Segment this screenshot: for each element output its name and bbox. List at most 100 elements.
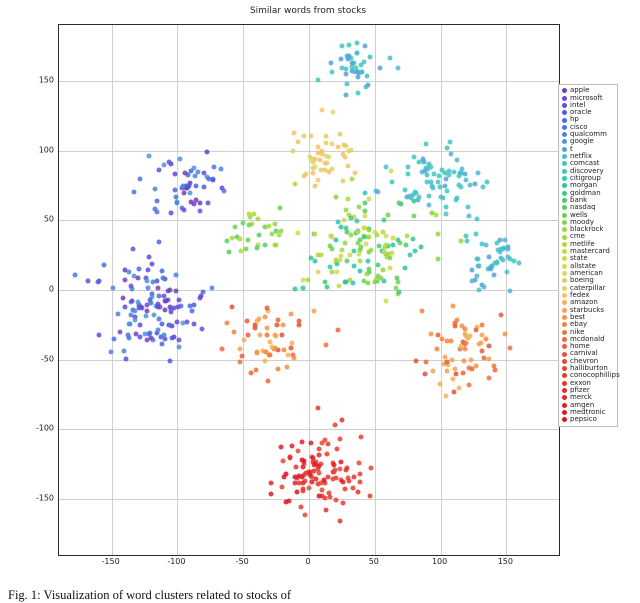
scatter-point — [366, 234, 371, 239]
legend-swatch-icon — [562, 205, 567, 210]
scatter-point — [405, 171, 410, 176]
scatter-point — [480, 242, 485, 247]
scatter-point — [269, 492, 274, 497]
scatter-point — [265, 306, 270, 311]
scatter-point — [130, 308, 135, 313]
scatter-point — [426, 202, 431, 207]
scatter-point — [197, 201, 202, 206]
scatter-point — [168, 287, 173, 292]
scatter-point — [414, 358, 419, 363]
scatter-point — [248, 371, 253, 376]
scatter-point — [159, 269, 164, 274]
scatter-point — [349, 216, 354, 221]
scatter-point — [149, 300, 154, 305]
scatter-point — [137, 177, 142, 182]
scatter-point — [132, 318, 137, 323]
scatter-point — [470, 267, 475, 272]
scatter-point — [355, 241, 360, 246]
scatter-point — [292, 182, 297, 187]
scatter-point — [358, 62, 363, 67]
scatter-point — [337, 519, 342, 524]
scatter-point — [491, 272, 496, 277]
scatter-point — [419, 308, 424, 313]
scatter-point — [306, 485, 311, 490]
scatter-point — [453, 324, 458, 329]
scatter-point — [337, 283, 342, 288]
legend-swatch-icon — [562, 191, 567, 196]
y-tick-label: 100 — [39, 145, 54, 154]
scatter-point — [293, 286, 298, 291]
scatter-point — [480, 323, 485, 328]
scatter-point — [324, 134, 329, 139]
scatter-point — [311, 170, 316, 175]
scatter-point — [473, 181, 478, 186]
legend-swatch-icon — [562, 220, 567, 225]
scatter-point — [280, 459, 285, 464]
legend-swatch-icon — [562, 256, 567, 261]
scatter-point — [357, 479, 362, 484]
scatter-point — [290, 443, 295, 448]
scatter-point — [427, 193, 432, 198]
scatter-point — [436, 232, 441, 237]
scatter-point — [500, 258, 505, 263]
scatter-point — [507, 346, 512, 351]
scatter-point — [342, 486, 347, 491]
scatter-point — [347, 479, 352, 484]
scatter-point — [328, 495, 333, 500]
scatter-point — [123, 304, 128, 309]
scatter-point — [475, 257, 480, 262]
scatter-point — [138, 305, 143, 310]
scatter-point — [308, 134, 313, 139]
scatter-point — [264, 332, 269, 337]
scatter-point — [167, 160, 172, 165]
scatter-point — [201, 290, 206, 295]
scatter-point — [330, 469, 335, 474]
scatter-point — [313, 164, 318, 169]
scatter-point — [356, 74, 361, 79]
scatter-point — [380, 267, 385, 272]
scatter-point — [339, 460, 344, 465]
scatter-point — [305, 278, 310, 283]
scatter-point — [296, 140, 301, 145]
scatter-point — [479, 349, 484, 354]
scatter-point — [129, 298, 134, 303]
scatter-point — [221, 189, 226, 194]
scatter-point — [273, 332, 278, 337]
scatter-point — [130, 246, 135, 251]
scatter-point — [355, 50, 360, 55]
legend-swatch-icon — [562, 403, 567, 408]
scatter-point — [467, 383, 472, 388]
scatter-point — [212, 164, 217, 169]
scatter-point — [363, 44, 368, 49]
scatter-point — [230, 236, 235, 241]
scatter-point — [438, 382, 443, 387]
scatter-point — [372, 279, 377, 284]
scatter-point — [390, 180, 395, 185]
scatter-point — [189, 309, 194, 314]
scatter-point — [160, 275, 165, 280]
scatter-point — [447, 140, 452, 145]
scatter-point — [246, 237, 251, 242]
legend-swatch-icon — [562, 139, 567, 144]
scatter-point — [194, 184, 199, 189]
scatter-point — [356, 251, 361, 256]
scatter-point — [413, 190, 418, 195]
x-tick-label: 150 — [498, 557, 513, 566]
scatter-point — [355, 489, 360, 494]
scatter-point — [317, 453, 322, 458]
scatter-point — [411, 236, 416, 241]
scatter-point — [355, 229, 360, 234]
scatter-point — [462, 346, 467, 351]
legend-swatch-icon — [562, 286, 567, 291]
scatter-point — [431, 369, 436, 374]
legend-swatch-icon — [562, 322, 567, 327]
scatter-point — [312, 232, 317, 237]
scatter-point — [338, 437, 343, 442]
scatter-point — [268, 480, 273, 485]
scatter-point — [379, 276, 384, 281]
scatter-point — [362, 208, 367, 213]
scatter-point — [365, 82, 370, 87]
legend-swatch-icon — [562, 388, 567, 393]
scatter-point — [384, 243, 389, 248]
scatter-point — [135, 276, 140, 281]
